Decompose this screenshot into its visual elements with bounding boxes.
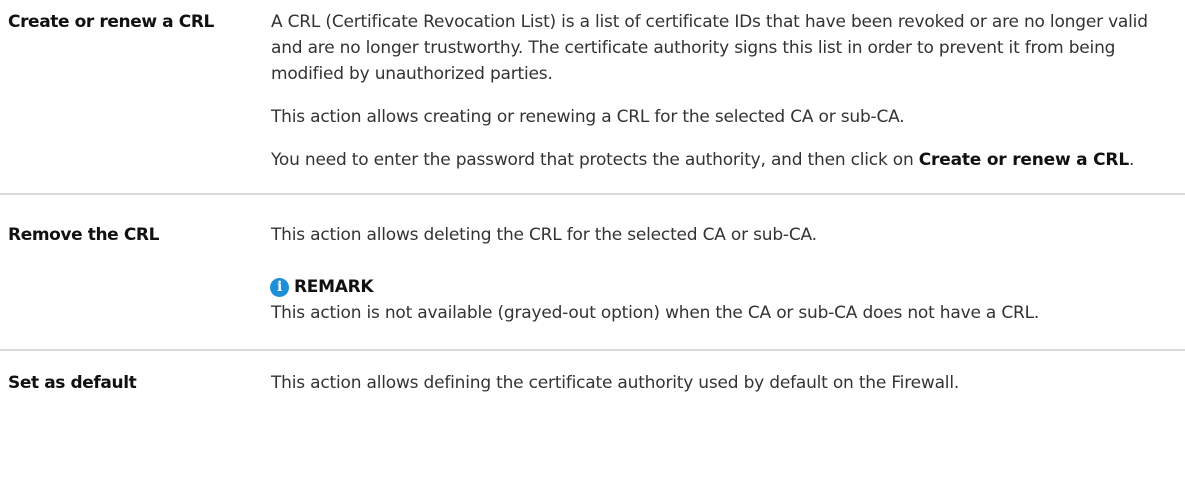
remark-text: This action is not available (grayed-out… (271, 303, 1040, 323)
table-row-remove-crl: Remove the CRL This action allows deleti… (0, 195, 1185, 351)
paragraph: This action allows deleting the CRL for … (271, 225, 817, 245)
remark-box: i REMARK This action is not available (g… (270, 274, 1175, 326)
remark-title: REMARK (294, 277, 374, 297)
table-row-set-as-default: Set as default This action allows defini… (0, 351, 1185, 401)
term-create-renew-crl: Create or renew a CRL (8, 12, 214, 32)
term-set-as-default: Set as default (8, 373, 137, 393)
paragraph-suffix: . (1128, 150, 1135, 170)
bold-action-reference: Create or renew a CRL (918, 150, 1129, 170)
paragraph: You need to enter the password that prot… (271, 147, 1175, 173)
paragraph: This action allows defining the certific… (271, 373, 960, 393)
description-remove-crl: This action allows deleting the CRL for … (270, 222, 1185, 326)
definition-table: Create or renew a CRL A CRL (Certificate… (0, 0, 1185, 401)
table-row-create-renew-crl: Create or renew a CRL A CRL (Certificate… (0, 0, 1185, 195)
term-remove-crl: Remove the CRL (8, 225, 160, 245)
description-set-as-default: This action allows defining the certific… (271, 370, 1185, 396)
paragraph: This action allows creating or renewing … (271, 107, 905, 127)
info-icon: i (270, 277, 289, 297)
description-create-renew-crl: A CRL (Certificate Revocation List) is a… (271, 9, 1185, 173)
remark-heading: i REMARK (270, 274, 1175, 300)
paragraph: A CRL (Certificate Revocation List) is a… (271, 12, 1148, 84)
paragraph-text: You need to enter the password that prot… (271, 150, 919, 170)
